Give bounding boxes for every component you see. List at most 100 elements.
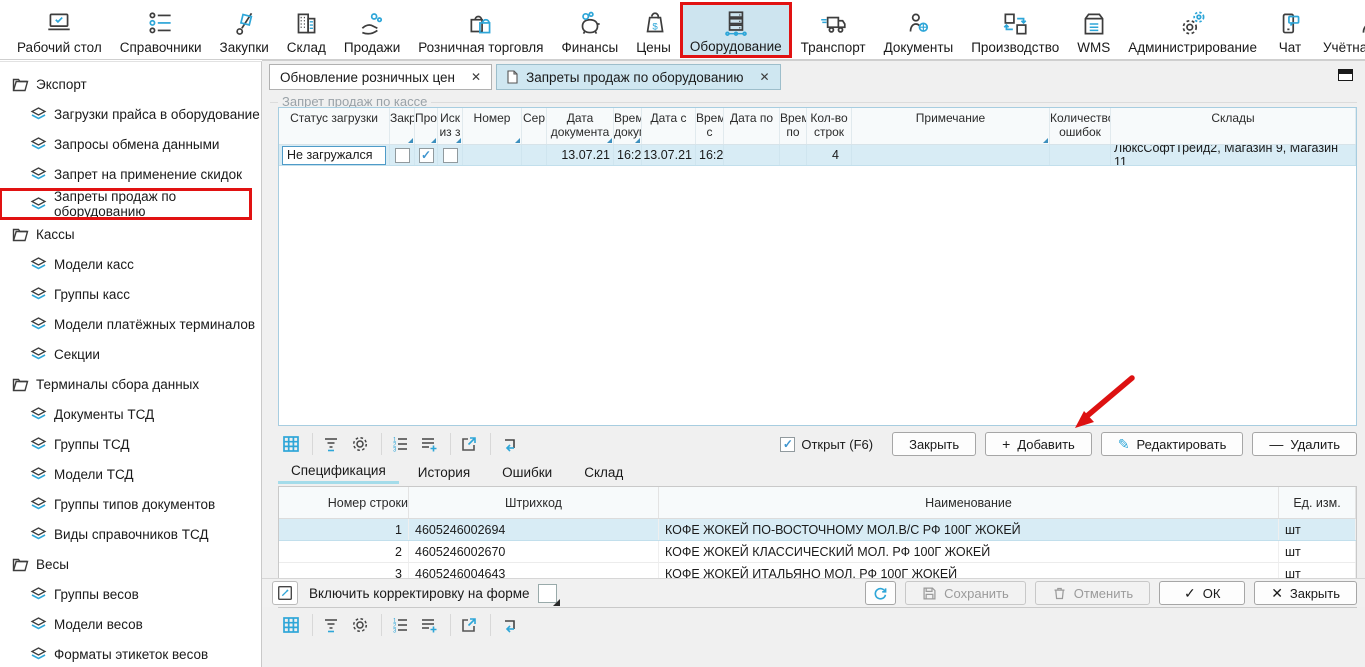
toolbar-item-account[interactable]: Учётная запись xyxy=(1314,2,1365,58)
pro-checkbox[interactable]: ✓ xyxy=(419,148,434,163)
sidebar-folder-scales[interactable]: Весы xyxy=(0,549,261,579)
column-header-excluded[interactable]: Иск из з xyxy=(438,108,463,144)
sidebar-item-tsd-models[interactable]: Модели ТСД xyxy=(0,459,261,489)
sidebar-item-tsd-groups[interactable]: Группы ТСД xyxy=(0,429,261,459)
sidebar-item-scale-groups[interactable]: Группы весов xyxy=(0,579,261,609)
gear-icon[interactable] xyxy=(347,613,373,637)
close-icon[interactable]: ✕ xyxy=(759,70,769,84)
tab-retail-price-update[interactable]: Обновление розничных цен ✕ xyxy=(269,64,492,90)
gear-icon[interactable] xyxy=(347,432,373,456)
toolbar-item-documents[interactable]: Документы xyxy=(875,2,963,58)
toolbar-item-retail[interactable]: Розничная торговля xyxy=(409,2,552,58)
sidebar-item-label-formats[interactable]: Форматы этикеток весов xyxy=(0,639,261,667)
sidebar-item-sales-bans-equipment[interactable]: Запреты продаж по оборудованию xyxy=(0,189,251,219)
column-header-barcode[interactable]: Штрихкод xyxy=(409,487,659,518)
sidebar-folder-tsd[interactable]: Терминалы сбора данных xyxy=(0,369,261,399)
sidebar-item-sections[interactable]: Секции xyxy=(0,339,261,369)
edit-form-icon[interactable] xyxy=(272,581,298,605)
excluded-checkbox[interactable] xyxy=(443,148,458,163)
toolbar-item-transport[interactable]: Транспорт xyxy=(792,2,875,58)
column-header-line-number[interactable]: Номер строки xyxy=(279,487,409,518)
column-header-rows-count[interactable]: Кол-во строк xyxy=(807,108,852,144)
sidebar-folder-export[interactable]: Экспорт xyxy=(0,69,261,99)
column-header-series[interactable]: Сер xyxy=(522,108,547,144)
add-button[interactable]: +Добавить xyxy=(985,432,1092,456)
column-header-name[interactable]: Наименование xyxy=(659,487,1279,518)
sidebar-item-scale-models[interactable]: Модели весов xyxy=(0,609,261,639)
sidebar-item-terminal-models[interactable]: Модели платёжных терминалов xyxy=(0,309,261,339)
column-header-date-to[interactable]: Дата по xyxy=(724,108,780,144)
open-external-icon[interactable] xyxy=(456,432,482,456)
sidebar-folder-cash-registers[interactable]: Кассы xyxy=(0,219,261,249)
numbered-list-icon[interactable]: 123 xyxy=(387,613,413,637)
column-header-date-from[interactable]: Дата с xyxy=(642,108,696,144)
delete-button[interactable]: —Удалить xyxy=(1252,432,1357,456)
status-cell-editor[interactable]: Не загружался xyxy=(282,146,386,165)
table-row[interactable]: 1 4605246002694 КОФЕ ЖОКЕЙ ПО-ВОСТОЧНОМУ… xyxy=(279,519,1356,541)
tab-errors[interactable]: Ошибки xyxy=(489,460,565,484)
grid-view-icon[interactable] xyxy=(278,432,304,456)
sidebar-item-discount-ban[interactable]: Запрет на применение скидок xyxy=(0,159,261,189)
column-header-number[interactable]: Номер xyxy=(463,108,522,144)
closed-checkbox[interactable] xyxy=(395,148,410,163)
open-f6-checkbox[interactable]: ✓ Открыт (F6) xyxy=(780,437,873,452)
toolbar-item-admin[interactable]: Администрирование xyxy=(1119,2,1266,58)
column-header-pro[interactable]: Про xyxy=(415,108,438,144)
tab-sales-bans-equipment[interactable]: Запреты продаж по оборудованию ✕ xyxy=(496,64,780,90)
sidebar-item-price-loads[interactable]: Загрузки прайса в оборудование xyxy=(0,99,261,129)
open-external-icon[interactable] xyxy=(456,613,482,637)
sidebar-item-doc-type-groups[interactable]: Группы типов документов xyxy=(0,489,261,519)
cancel-button[interactable]: Отменить xyxy=(1035,581,1150,605)
toolbar-item-purchases[interactable]: Закупки xyxy=(211,2,278,58)
toolbar-item-chat[interactable]: Чат xyxy=(1266,2,1314,58)
close-record-button[interactable]: Закрыть xyxy=(892,432,976,456)
column-header-time-from[interactable]: Врем с xyxy=(696,108,724,144)
add-row-list-icon[interactable] xyxy=(416,432,442,456)
sidebar-item-tsd-ref-types[interactable]: Виды справочников ТСД xyxy=(0,519,261,549)
column-header-warehouses[interactable]: Склады xyxy=(1111,108,1356,144)
column-header-unit[interactable]: Ед. изм. xyxy=(1279,487,1356,518)
correction-checkbox[interactable] xyxy=(538,584,557,603)
tab-history[interactable]: История xyxy=(405,460,483,484)
numbered-list-icon[interactable]: 123 xyxy=(387,432,413,456)
toolbar-item-wms[interactable]: WMS xyxy=(1068,2,1119,58)
column-header-status[interactable]: Статус загрузки xyxy=(279,108,390,144)
filter-icon[interactable] xyxy=(318,432,344,456)
toolbar-item-finance[interactable]: Финансы xyxy=(553,2,628,58)
restore-window-icon[interactable] xyxy=(1338,69,1353,81)
sidebar-item-tsd-documents[interactable]: Документы ТСД xyxy=(0,399,261,429)
sidebar-item-exchange-requests[interactable]: Запросы обмена данными xyxy=(0,129,261,159)
toolbar-item-sales[interactable]: Продажи xyxy=(335,2,409,58)
column-header-time-to[interactable]: Врем по xyxy=(780,108,807,144)
toolbar-item-desktop[interactable]: Рабочий стол xyxy=(8,2,111,58)
column-header-closed[interactable]: Закр xyxy=(390,108,415,144)
column-header-doc-time[interactable]: Врем докум xyxy=(614,108,642,144)
column-header-errors-count[interactable]: Количество ошибок xyxy=(1050,108,1111,144)
sidebar-item-cash-groups[interactable]: Группы касс xyxy=(0,279,261,309)
correction-label: Включить корректировку на форме xyxy=(309,586,530,601)
reload-icon[interactable] xyxy=(496,432,522,456)
table-row[interactable]: 2 4605246002670 КОФЕ ЖОКЕЙ КЛАССИЧЕСКИЙ … xyxy=(279,541,1356,563)
toolbar-item-production[interactable]: Производство xyxy=(962,2,1068,58)
edit-button[interactable]: ✎Редактировать xyxy=(1101,432,1244,456)
sidebar-item-cash-models[interactable]: Модели касс xyxy=(0,249,261,279)
toolbar-item-prices[interactable]: $ Цены xyxy=(627,2,680,58)
toolbar-item-catalogs[interactable]: Справочники xyxy=(111,2,211,58)
tab-warehouse[interactable]: Склад xyxy=(571,460,636,484)
refresh-button[interactable] xyxy=(865,581,896,605)
filter-icon[interactable] xyxy=(318,613,344,637)
toolbar-item-equipment[interactable]: Оборудование xyxy=(680,2,792,58)
column-header-note[interactable]: Примечание xyxy=(852,108,1050,144)
save-button[interactable]: Сохранить xyxy=(905,581,1026,605)
ok-button[interactable]: ✓ОК xyxy=(1159,581,1245,605)
close-icon[interactable]: ✕ xyxy=(471,70,481,84)
toolbar-item-warehouse[interactable]: Склад xyxy=(278,2,335,58)
grid-view-icon[interactable] xyxy=(278,613,304,637)
reload-icon[interactable] xyxy=(496,613,522,637)
specification-toolbar: 123 xyxy=(278,612,1357,638)
table-row[interactable]: Не загружался ✓ 13.07.21 16:22 13.07.21 … xyxy=(279,145,1356,166)
column-header-doc-date[interactable]: Дата документа xyxy=(547,108,614,144)
close-form-button[interactable]: ✕Закрыть xyxy=(1254,581,1357,605)
tab-specification[interactable]: Спецификация xyxy=(278,460,399,484)
add-row-list-icon[interactable] xyxy=(416,613,442,637)
